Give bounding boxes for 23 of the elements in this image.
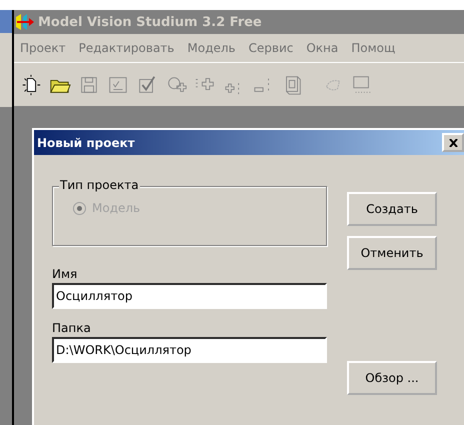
field-label: Папка: [52, 321, 92, 335]
menu-item[interactable]: Помощ: [351, 41, 396, 55]
app-logo-icon: [15, 13, 35, 31]
menu-item[interactable]: Модель: [187, 41, 236, 55]
window-title: Model Vision Studium 3.2 Free: [38, 14, 262, 30]
cancel-button[interactable]: Отменить: [347, 236, 437, 270]
field-label: Имя: [52, 267, 78, 281]
menu-item[interactable]: Окна: [306, 41, 338, 55]
input-field[interactable]: D:\WORK\Осциллятор: [52, 337, 327, 363]
close-button[interactable]: [442, 133, 464, 152]
create-button[interactable]: Создать: [347, 192, 437, 226]
new-file-icon[interactable]: [20, 74, 42, 96]
window-title-bar: [0, 10, 12, 33]
binary-display-icon[interactable]: [351, 74, 373, 96]
menu-item[interactable]: Проект: [20, 41, 66, 55]
dialog-title: Новый проект: [37, 136, 135, 150]
group-label: Тип проекта: [59, 178, 140, 192]
menu-item[interactable]: Сервис: [248, 41, 294, 55]
checkbox-icon[interactable]: [136, 74, 158, 96]
close-icon: [448, 138, 458, 146]
browse-button[interactable]: Обзор ...: [347, 361, 437, 395]
menu-item[interactable]: Редактировать: [78, 41, 174, 55]
input-field[interactable]: Осциллятор: [52, 283, 327, 309]
